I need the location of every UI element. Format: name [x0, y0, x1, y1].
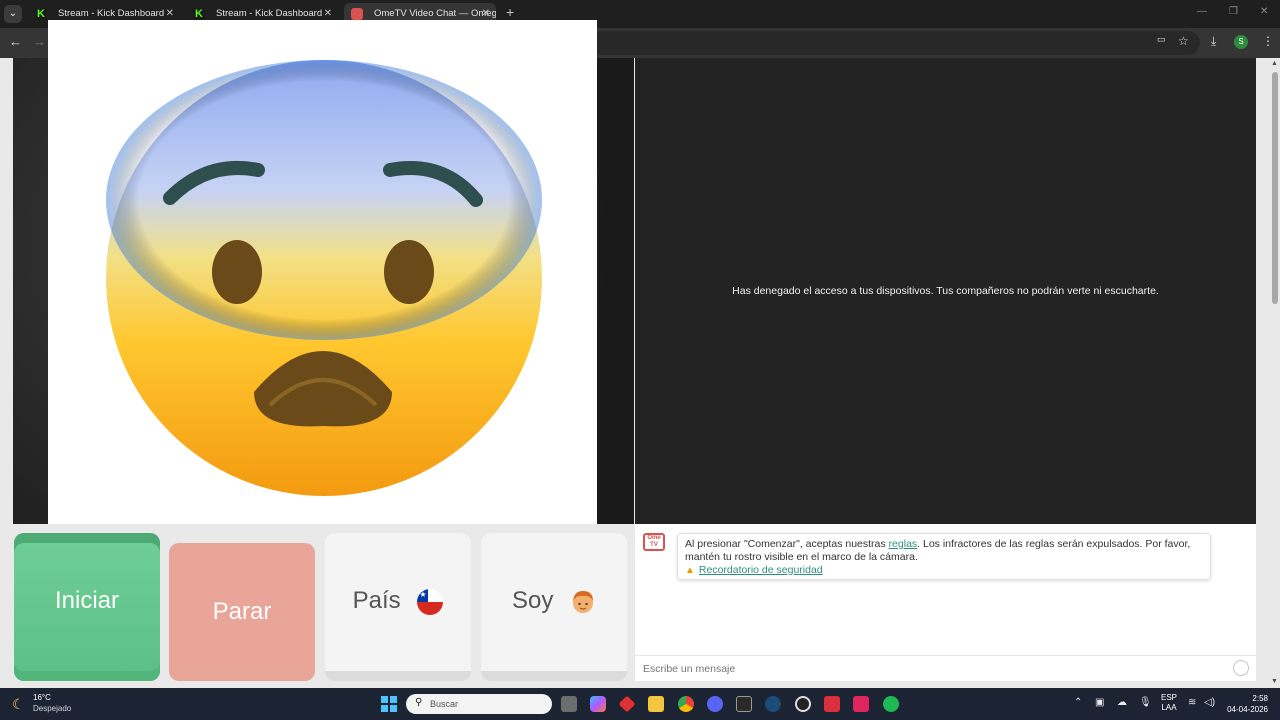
gender-button[interactable]: Soy — [481, 533, 627, 681]
kick-icon — [193, 3, 205, 25]
language-code: ESP — [1161, 693, 1178, 702]
notice-text-start: Al presionar "Comenzar", aceptas nuestra… — [685, 538, 889, 550]
moon-icon[interactable]: ☾ — [12, 696, 25, 713]
app-red-icon[interactable] — [824, 696, 840, 712]
clock-date: 04-04-2026 — [1227, 705, 1268, 714]
tray-overflow-icon[interactable]: ⌃ — [1074, 697, 1082, 708]
language-indicator[interactable]: ESP LAA — [1161, 693, 1177, 713]
boy-icon — [573, 590, 594, 613]
obs-icon[interactable] — [795, 696, 811, 712]
right-eye — [384, 240, 434, 304]
epic-games-icon[interactable] — [736, 696, 752, 712]
volume-icon[interactable]: ◁) — [1204, 697, 1215, 708]
partner-video-panel: Has denegado el acceso a tus dispositivo… — [635, 58, 1256, 524]
system-clock[interactable]: 2:58 04-04-2026 — [1226, 693, 1268, 715]
chile-flag-icon: ★ — [417, 588, 444, 615]
microphone-icon[interactable]: 🎙︎ — [1139, 697, 1152, 708]
ometv-icon — [351, 8, 363, 20]
tab-title: Stream - Kick Dashboard — [58, 8, 165, 19]
ometv-logo: Ome TV — [643, 533, 665, 551]
maximize-icon[interactable]: ❐ — [1229, 6, 1238, 17]
address-bar[interactable] — [590, 31, 1200, 55]
bookmark-star-icon[interactable]: ☆ — [1178, 34, 1189, 48]
country-label: País — [352, 587, 401, 614]
spotify-icon[interactable] — [883, 696, 899, 712]
cloud-icon[interactable]: ☁ — [1117, 697, 1127, 708]
fearful-face-emoji — [106, 60, 542, 496]
minimize-icon[interactable]: — — [1197, 6, 1207, 17]
safety-reminder-link[interactable]: Recordatorio de seguridad — [699, 564, 823, 576]
chrome-icon[interactable] — [678, 696, 694, 712]
file-explorer-icon[interactable] — [648, 696, 664, 712]
stop-button[interactable]: Parar — [169, 543, 315, 681]
wifi-icon[interactable]: ≋ — [1188, 697, 1196, 708]
clock-time: 2:58 — [1252, 694, 1268, 703]
weather-temperature[interactable]: 16°C — [33, 693, 51, 702]
warning-icon: ▲ — [685, 565, 695, 576]
rules-link[interactable]: reglas — [889, 538, 918, 550]
tab-title: OmeTV Video Chat — Omegle — [374, 8, 496, 19]
emoji-icon[interactable] — [1233, 660, 1249, 676]
camera-blocked-icon[interactable]: ▭ — [1157, 34, 1166, 45]
message-composer — [635, 655, 1256, 681]
country-button[interactable]: País ★ — [325, 533, 471, 681]
device-denied-message: Has denegado el acceso a tus dispositivo… — [732, 285, 1159, 297]
tab-title: Stream - Kick Dashboard — [216, 8, 323, 19]
message-input[interactable] — [643, 660, 1213, 678]
windows-taskbar: ☾ 16°C Despejado ⚲ Buscar ⌃ ▣ ☁ 🎙︎ ESP L… — [0, 688, 1280, 720]
search-placeholder: Buscar — [430, 699, 459, 709]
steam-icon[interactable] — [765, 696, 781, 712]
emoji-overlay-window — [48, 20, 597, 524]
gender-label: Soy — [511, 587, 554, 614]
menu-icon[interactable]: ⋮ — [1262, 34, 1274, 48]
scroll-thumb[interactable] — [1272, 72, 1278, 304]
scroll-down-icon[interactable]: ▼ — [1271, 678, 1278, 685]
download-icon[interactable]: ⤓ — [1211, 34, 1216, 49]
tray-app-icon[interactable]: ▣ — [1095, 697, 1104, 708]
search-icon: ⚲ — [415, 697, 423, 708]
system-notice: Al presionar "Comenzar", aceptas nuestra… — [677, 533, 1211, 580]
app-diamond-icon[interactable] — [618, 695, 636, 713]
profile-avatar[interactable]: S — [1234, 35, 1248, 49]
new-tab-button[interactable]: + — [506, 4, 514, 20]
copilot-icon[interactable] — [590, 696, 606, 712]
pocket-icon[interactable] — [853, 696, 869, 712]
task-view-icon[interactable] — [561, 696, 577, 712]
chat-panel: Ome TV Al presionar "Comenzar", aceptas … — [635, 524, 1256, 681]
weather-description[interactable]: Despejado — [33, 704, 71, 713]
forward-icon[interactable]: → — [33, 34, 46, 49]
discord-icon[interactable] — [707, 696, 723, 712]
left-eye — [212, 240, 262, 304]
window-close-icon[interactable]: ✕ — [1260, 6, 1268, 17]
scroll-up-icon[interactable]: ▲ — [1271, 60, 1278, 67]
page-scrollbar[interactable]: ▲ ▼ — [1270, 58, 1280, 688]
tab-search-button[interactable]: ⌄ — [4, 5, 22, 23]
windows-start-icon[interactable] — [381, 696, 397, 712]
kick-icon — [35, 3, 47, 25]
keyboard-layout: LAA — [1161, 703, 1177, 712]
taskbar-search[interactable]: ⚲ Buscar — [406, 694, 552, 714]
start-button[interactable]: Iniciar — [14, 533, 160, 681]
back-icon[interactable]: ← — [9, 34, 22, 49]
